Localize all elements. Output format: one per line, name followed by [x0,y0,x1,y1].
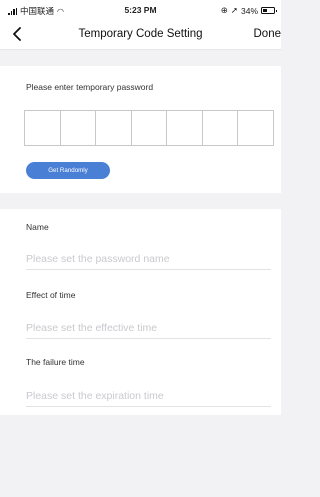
get-randomly-button[interactable]: Get Randomly [26,162,110,179]
orientation-lock-icon: ⊕ [220,5,228,15]
password-digit-box[interactable] [167,111,203,145]
password-digit-box[interactable] [96,111,132,145]
failure-time-label: The failure time [26,357,85,367]
password-digit-box[interactable] [202,111,239,145]
expiration-time-input[interactable] [26,385,271,407]
effective-time-input[interactable] [26,317,271,339]
password-name-input[interactable] [26,248,271,270]
status-right: ⊕ ➚ 34% [220,5,277,16]
password-digit-box[interactable] [25,111,61,145]
name-label: Name [26,222,49,232]
password-card: Please enter temporary password Get Rand… [0,66,281,193]
password-digit-box[interactable] [60,111,97,145]
password-details-form: Name Effect of time The failure time [0,209,281,415]
battery-percent: 34% [240,5,258,16]
password-digit-box[interactable] [238,111,274,145]
navigation-bar: Temporary Code Setting Done [0,20,281,50]
battery-icon [261,7,277,14]
done-button[interactable]: Done [254,28,282,40]
status-bar: 中国联通 ◠ 5:23 PM ⊕ ➚ 34% [0,0,281,20]
password-digit-box[interactable] [131,111,168,145]
page-title: Temporary Code Setting [78,28,203,40]
effect-of-time-label: Effect of time [26,290,76,300]
location-icon: ➚ [230,5,238,15]
password-code-input[interactable] [24,110,274,146]
password-prompt: Please enter temporary password [26,82,154,92]
